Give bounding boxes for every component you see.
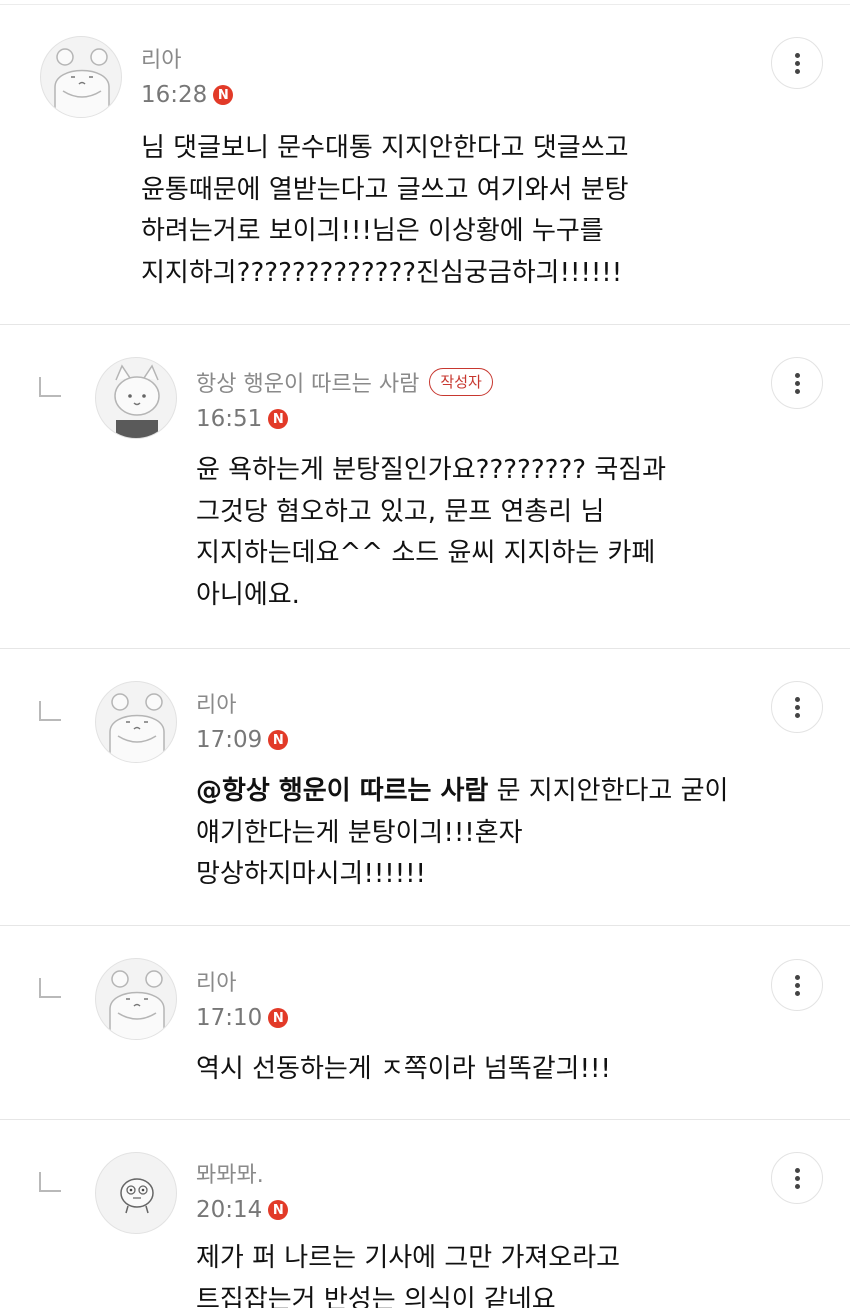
more-icon [794,974,800,980]
comment-author[interactable]: 뫄뫄뫄. [196,1157,264,1189]
more-icon [794,372,800,378]
hamster-avatar-icon[interactable] [40,36,122,118]
comment-time: 16:51 [196,406,263,432]
reply-comment: 뫄뫄뫄. 20:14 N 제가 퍼 나르는 기사에 그만 가져오라고 트집잡는거… [0,1120,850,1308]
comment-author[interactable]: 항상 행운이 따르는 사람 [196,366,419,398]
more-icon [794,52,800,58]
comment-author[interactable]: 리아 [196,687,236,719]
character-avatar-icon[interactable] [95,1152,177,1234]
new-badge: N [268,409,289,429]
reply-comment: 리아 17:09 N @항상 행운이 따르는 사람 문 지지안한다고 굳이 얘기… [0,649,850,926]
reply-arrow-icon [39,701,61,721]
comment-text: @항상 행운이 따르는 사람 문 지지안한다고 굳이 얘기한다는게 분탕이긔!!… [196,771,728,896]
comment-time: 17:09 [196,727,263,753]
reply-comment: 리아 17:10 N 역시 선동하는게 ㅈ쪽이라 넘똑같긔!!! [0,926,850,1120]
comment-author[interactable]: 리아 [141,42,181,74]
comment-text: 님 댓글보니 문수대통 지지안한다고 댓글쓰고 윤통때문에 열받는다고 글쓰고 … [141,133,629,288]
cat-avatar-icon[interactable] [95,357,177,439]
comment-time: 20:14 [196,1197,263,1223]
more-options-button[interactable] [771,1152,823,1204]
more-icon [794,1167,800,1173]
more-options-button[interactable] [771,959,823,1011]
new-badge: N [268,1200,289,1220]
comment-thread: 리아 16:28 N 님 댓글보니 문수대통 지지안한다고 댓글쓰고 윤통때문에… [0,0,850,1308]
comment-text: 역시 선동하는게 ㅈ쪽이라 넘똑같긔!!! [196,1054,611,1084]
new-badge: N [268,1008,289,1028]
comment-author[interactable]: 리아 [196,965,236,997]
comment-text: 제가 퍼 나르는 기사에 그만 가져오라고 트집잡는거 반성는 의식이 같네요 [196,1243,621,1308]
new-badge: N [213,85,234,105]
comment-time: 17:10 [196,1005,263,1031]
more-icon [794,696,800,702]
reply-arrow-icon [39,978,61,998]
comment-time: 16:28 [141,82,208,108]
comment-text: 윤 욕하는게 분탕질인가요???????? 국짐과 그것당 혐오하고 있고, 문… [196,455,667,610]
more-options-button[interactable] [771,357,823,409]
new-badge: N [268,730,289,750]
reply-arrow-icon [39,377,61,397]
hamster-avatar-icon[interactable] [95,681,177,763]
comment: 리아 16:28 N 님 댓글보니 문수대통 지지안한다고 댓글쓰고 윤통때문에… [0,0,850,325]
hamster-avatar-icon[interactable] [95,958,177,1040]
mention-link[interactable]: @항상 행운이 따르는 사람 [196,776,488,806]
reply-comment: 항상 행운이 따르는 사람 작성자 16:51 N 윤 욕하는게 분탕질인가요?… [0,325,850,649]
more-options-button[interactable] [771,681,823,733]
more-options-button[interactable] [771,37,823,89]
reply-arrow-icon [39,1172,61,1192]
writer-badge: 작성자 [429,368,493,396]
